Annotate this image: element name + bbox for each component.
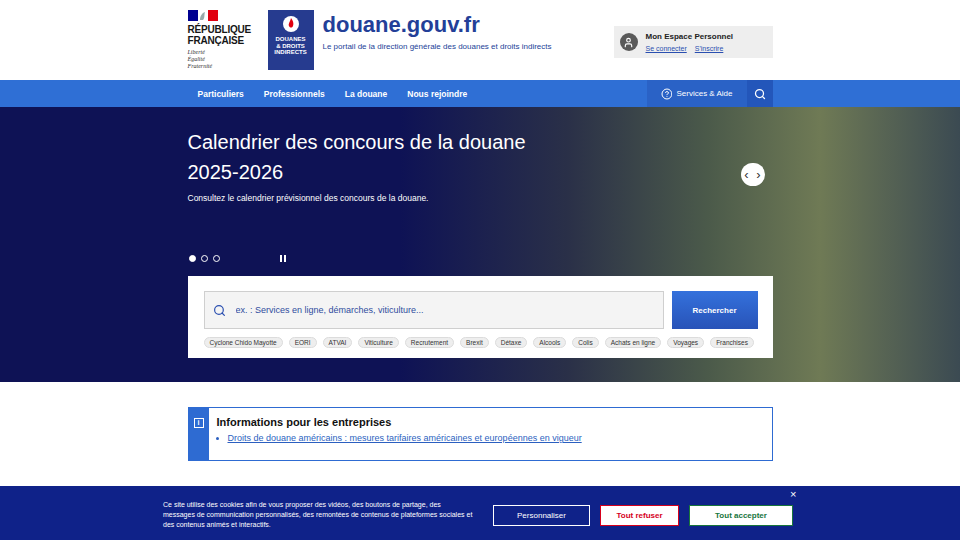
logo-line: INDIRECTS	[274, 49, 306, 56]
account-link[interactable]: S'inscrire	[695, 45, 724, 52]
logo-line: & DROITS	[274, 43, 306, 50]
nav-inner: ParticuliersProfessionnelsLa douaneNous …	[188, 80, 773, 107]
search-card: Rechercher Cyclone Chido Mayotte EORI ATVAI…	[188, 276, 773, 358]
search-toggle[interactable]	[747, 80, 773, 107]
search-input[interactable]	[234, 304, 655, 316]
notice-body: Informations pour les entreprises Droits …	[209, 408, 590, 460]
close-button[interactable]: ×	[787, 488, 799, 500]
cookie-buttons: Personnaliser Tout refuser Tout accepter	[493, 505, 793, 526]
search-tag[interactable]: Cyclone Chido Mayotte	[204, 337, 283, 348]
site-title-block: douane.gouv.fr Le portail de la direction…	[323, 10, 552, 51]
account-link[interactable]: Se connecter	[646, 45, 687, 52]
pause-icon	[284, 255, 286, 262]
pause-icon	[280, 255, 282, 262]
republic-line: FRANÇAISE	[188, 35, 260, 46]
account-links: Se connecter S'inscrire	[646, 45, 734, 52]
douane-logo[interactable]: DOUANES& DROITSINDIRECTS	[268, 10, 314, 70]
account-box: Mon Espace Personnel Se connecter S'inscri…	[614, 26, 773, 58]
hero-subtitle: Consultez le calendrier prévisionnel des…	[188, 193, 773, 203]
logo-line: DOUANES	[274, 36, 306, 43]
account-content: Mon Espace Personnel Se connecter S'inscri…	[646, 32, 734, 52]
hero-title-line: Calendrier des concours de la douane	[188, 127, 773, 157]
cookie-banner: × Ce site utilise des cookies afin de vou…	[0, 486, 960, 540]
hero-carousel: Calendrier des concours de la douane2025…	[0, 107, 960, 382]
search-tag[interactable]: Voyages	[667, 337, 704, 348]
search-row: Rechercher	[204, 291, 758, 329]
search-tag[interactable]: Alcools	[533, 337, 566, 348]
header-inner: RÉPUBLIQUEFRANÇAISE LibertéÉgalitéFratern…	[188, 0, 773, 80]
cookie-button[interactable]: Tout refuser	[600, 505, 679, 526]
nav-item[interactable]: Professionnels	[254, 80, 335, 107]
slide-dot[interactable]	[201, 255, 208, 262]
site-name[interactable]: douane.gouv.fr	[323, 12, 552, 38]
search-tag[interactable]: Brexit	[460, 337, 489, 348]
motto-line: Liberté	[188, 49, 260, 56]
search-tag[interactable]: Achats en ligne	[605, 337, 661, 348]
nav-item[interactable]: Particuliers	[188, 80, 254, 107]
hero-inner: Calendrier des concours de la douane2025…	[188, 107, 773, 382]
search-tag[interactable]: Recrutement	[405, 337, 454, 348]
notice-bar: i	[189, 408, 209, 460]
emblem-icon	[282, 15, 300, 33]
search-tag[interactable]: Détaxe	[495, 337, 528, 348]
notice-item: Droits de douane américains : mesures ta…	[228, 433, 582, 443]
republic-line: RÉPUBLIQUE	[188, 24, 260, 35]
search-icon	[754, 88, 766, 100]
search-tag[interactable]: EORI	[289, 337, 317, 348]
republic-logo[interactable]: RÉPUBLIQUEFRANÇAISE LibertéÉgalitéFratern…	[188, 10, 260, 70]
hero-title-line: 2025-2026	[188, 157, 773, 187]
main-content: i Informations pour les entreprises Droits…	[0, 382, 960, 461]
search-icon	[213, 304, 226, 317]
business-notice: i Informations pour les entreprises Droits…	[188, 407, 773, 461]
search-tag[interactable]: Colis	[572, 337, 598, 348]
search-button[interactable]: Rechercher	[672, 291, 758, 329]
site-tagline: Le portail de la direction générale des …	[323, 42, 552, 51]
slide-dot[interactable]	[189, 255, 196, 262]
nav-item[interactable]: Nous rejoindre	[397, 80, 477, 107]
search-tag[interactable]: Franchises	[710, 337, 754, 348]
search-tag[interactable]: Viticulture	[358, 337, 398, 348]
search-tag[interactable]: ATVAI	[323, 337, 353, 348]
help-icon	[661, 88, 673, 100]
cookie-text: Ce site utilise des cookies afin de vous…	[163, 500, 473, 530]
search-tags: Cyclone Chido Mayotte EORI ATVAI Viticultur…	[204, 337, 758, 348]
help-link[interactable]: Services & Aide	[647, 80, 747, 107]
main-nav: ParticuliersProfessionnelsLa douaneNous …	[0, 80, 960, 107]
search-field[interactable]	[204, 291, 664, 329]
flag-icon	[188, 10, 218, 21]
nav-item[interactable]: La douane	[335, 80, 398, 107]
page: RÉPUBLIQUEFRANÇAISE LibertéÉgalitéFratern…	[0, 0, 960, 540]
motto-line: Égalité	[188, 56, 260, 63]
notice-list: Droits de douane américains : mesures ta…	[217, 433, 582, 443]
carousel-arrow[interactable]: ‹	[741, 163, 753, 186]
motto-line: Fraternité	[188, 63, 260, 70]
pause-button[interactable]	[280, 255, 286, 262]
cookie-inner: Ce site utilise des cookies afin de vous…	[160, 486, 800, 540]
user-icon	[620, 33, 638, 51]
slide-dot[interactable]	[213, 255, 220, 262]
carousel-arrow[interactable]: ›	[753, 163, 765, 186]
info-icon: i	[194, 418, 204, 428]
cookie-button[interactable]: Tout accepter	[689, 505, 793, 526]
slide-controls	[188, 255, 773, 262]
carousel-arrows: ‹›	[741, 163, 765, 186]
logo-text: DOUANES& DROITSINDIRECTS	[274, 36, 306, 56]
notice-title: Informations pour les entreprises	[217, 416, 582, 428]
motto: LibertéÉgalitéFraternité	[188, 49, 260, 70]
hero-title[interactable]: Calendrier des concours de la douane2025…	[188, 127, 773, 187]
account-title: Mon Espace Personnel	[646, 32, 734, 41]
site-header: RÉPUBLIQUEFRANÇAISE LibertéÉgalitéFratern…	[0, 0, 960, 80]
notice-link[interactable]: Droits de douane américains : mesures ta…	[228, 433, 582, 443]
republic-name: RÉPUBLIQUEFRANÇAISE	[188, 24, 260, 46]
cookie-button[interactable]: Personnaliser	[493, 505, 590, 526]
